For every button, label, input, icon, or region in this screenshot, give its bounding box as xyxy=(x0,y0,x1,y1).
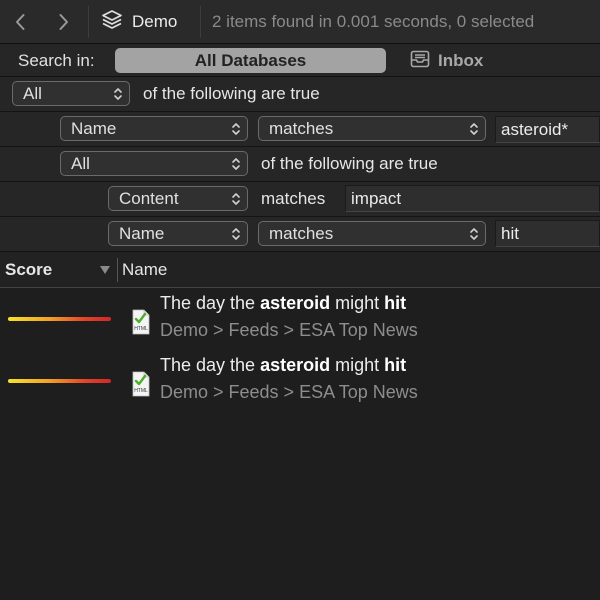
operator-label: matches xyxy=(261,189,326,208)
title-text: might xyxy=(330,293,385,313)
title-highlight: asteroid xyxy=(260,293,331,313)
doc-icon-label: HTML xyxy=(134,388,148,394)
database-name: Demo xyxy=(132,12,178,31)
chevron-updown-icon xyxy=(232,158,240,170)
score-bar xyxy=(8,317,111,321)
chevron-updown-icon xyxy=(232,193,240,205)
search-in-label: Search in: xyxy=(18,51,95,70)
search-status: 2 items found in 0.001 seconds, 0 select… xyxy=(212,12,535,31)
popup-value: matches xyxy=(269,223,334,243)
popup-value: Name xyxy=(71,118,117,138)
column-header-score[interactable]: Score xyxy=(5,260,52,280)
field-popup-name[interactable]: Name xyxy=(108,221,248,246)
criteria-root-text: of the following are true xyxy=(143,84,320,103)
popup-value: Name xyxy=(119,223,165,243)
search-scope-bar: Search in: All Databases Inbox xyxy=(0,44,600,77)
criteria-value-field[interactable]: hit xyxy=(495,220,600,247)
score-bar xyxy=(8,379,111,383)
chevron-updown-icon xyxy=(232,228,240,240)
toolbar-separator xyxy=(88,6,89,38)
chevron-right-icon[interactable] xyxy=(50,9,76,35)
result-path: Demo > Feeds > ESA Top News xyxy=(160,320,418,340)
scope-all-databases-button[interactable]: All Databases xyxy=(115,48,386,73)
field-popup-content[interactable]: Content xyxy=(108,186,248,211)
popup-value: matches xyxy=(269,118,334,138)
column-header-name[interactable]: Name xyxy=(122,260,167,280)
popup-value: All xyxy=(23,83,42,103)
result-row[interactable]: HTML The day the asteroid might hit Demo… xyxy=(0,351,600,413)
toolbar-separator xyxy=(200,6,201,38)
criteria-value-field[interactable]: impact xyxy=(345,185,600,212)
title-highlight: asteroid xyxy=(260,355,331,375)
root-quantifier-popup[interactable]: All xyxy=(12,81,130,106)
chevron-updown-icon xyxy=(470,228,478,240)
result-title: The day the asteroid might hit xyxy=(160,293,406,314)
criteria-group-text: of the following are true xyxy=(261,154,438,173)
scope-inbox-button[interactable]: Inbox xyxy=(410,49,483,73)
criteria-row-group: All of the following are true xyxy=(0,147,600,182)
sort-descending-icon[interactable] xyxy=(99,264,111,276)
doc-icon-label: HTML xyxy=(134,326,148,332)
result-path: Demo > Feeds > ESA Top News xyxy=(160,382,418,402)
title-highlight: hit xyxy=(384,355,407,375)
operator-popup-matches[interactable]: matches xyxy=(258,221,486,246)
title-highlight: hit xyxy=(384,293,407,313)
chevron-updown-icon xyxy=(470,123,478,135)
html-document-icon: HTML xyxy=(132,371,150,397)
title-text: The day the xyxy=(160,355,261,375)
inbox-tray-icon xyxy=(410,50,430,73)
field-popup-name[interactable]: Name xyxy=(60,116,248,141)
operator-popup-matches[interactable]: matches xyxy=(258,116,486,141)
chevron-left-icon[interactable] xyxy=(8,9,34,35)
database-stack-icon xyxy=(100,8,124,37)
database-selector[interactable]: Demo xyxy=(100,8,177,36)
criteria-row-root: All of the following are true xyxy=(0,77,600,112)
title-text: might xyxy=(330,355,385,375)
chevron-updown-icon xyxy=(232,123,240,135)
html-document-icon: HTML xyxy=(132,309,150,335)
result-title: The day the asteroid might hit xyxy=(160,355,406,376)
popup-value: Content xyxy=(119,188,179,208)
group-quantifier-popup[interactable]: All xyxy=(60,151,248,176)
result-row[interactable]: HTML The day the asteroid might hit Demo… xyxy=(0,289,600,351)
criteria-row-content-impact: Content matches impact xyxy=(0,182,600,217)
column-divider[interactable] xyxy=(117,258,118,282)
criteria-value-field[interactable]: asteroid* xyxy=(495,116,600,143)
toolbar: Demo 2 items found in 0.001 seconds, 0 s… xyxy=(0,0,600,44)
popup-value: All xyxy=(71,153,90,173)
results-column-header: Score Name xyxy=(0,252,600,288)
criteria-row-name-asteroid: Name matches asteroid* xyxy=(0,112,600,147)
chevron-updown-icon xyxy=(114,88,122,100)
title-text: The day the xyxy=(160,293,261,313)
criteria-row-name-hit: Name matches hit xyxy=(0,217,600,252)
inbox-label: Inbox xyxy=(438,51,484,70)
